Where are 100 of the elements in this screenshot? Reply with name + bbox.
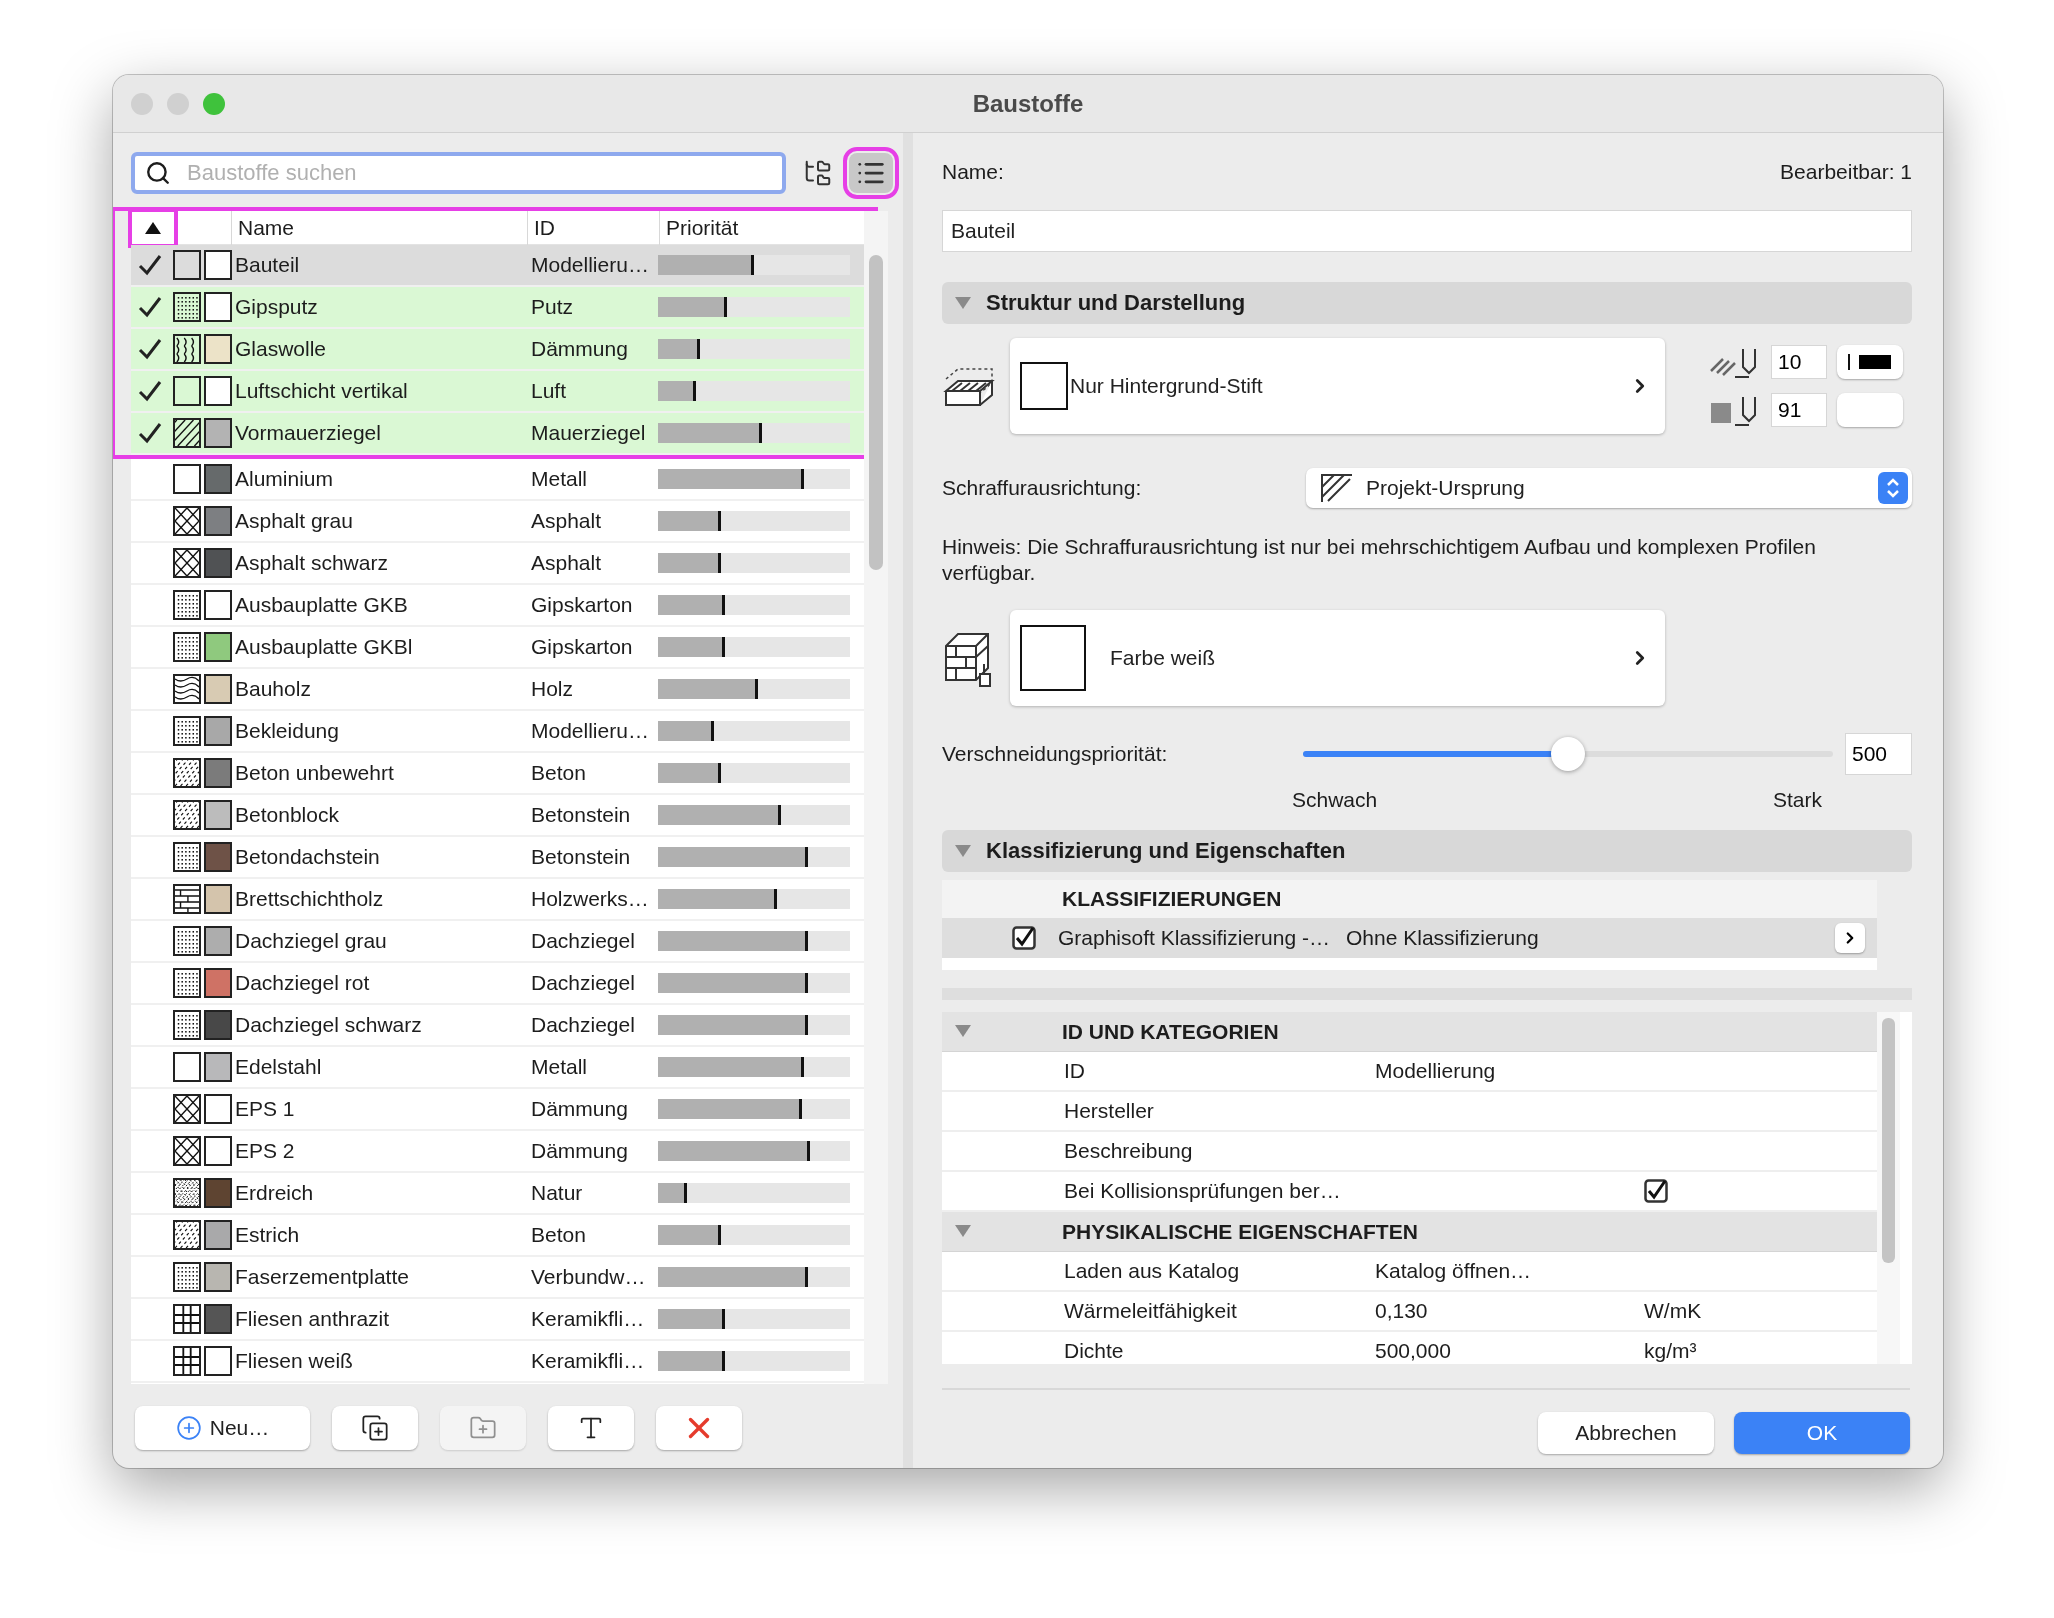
priority-label: Verschneidungspriorität: (942, 742, 1168, 766)
column-header[interactable]: ID (527, 210, 659, 245)
material-name: Bauteil (234, 253, 301, 277)
group-heading: KLASSIFIZIERUNGEN (1062, 887, 1282, 911)
material-name: Beton unbewehrt (234, 761, 395, 785)
material-name: Brettschichtholz (234, 887, 385, 911)
property-label: Wärmeleitfähigkeit (1064, 1299, 1238, 1323)
priority-value-field[interactable]: 500 (1845, 733, 1912, 775)
name-field[interactable]: Bauteil (942, 210, 1912, 252)
material-name: EPS 2 (234, 1139, 296, 1163)
disclosure-triangle-icon (954, 295, 972, 311)
surface-picker[interactable]: Farbe weiß (1010, 610, 1665, 706)
material-name: Luftschicht vertikal (234, 379, 409, 403)
material-name: Betonblock (234, 803, 340, 827)
property-value: 500,000 (1375, 1339, 1451, 1362)
classification-system: Graphisoft Klassifizierung -… (1057, 926, 1331, 950)
fill-pen-field[interactable]: 91 (1771, 393, 1827, 427)
hatch-origin-icon (1320, 473, 1354, 503)
sort-triangle-icon (144, 220, 162, 235)
property-group-header[interactable]: PHYSIKALISCHE EIGENSCHAFTEN (942, 1212, 1877, 1252)
disclosure-triangle-icon (954, 843, 972, 859)
material-row[interactable]: Gipsputz Putz (131, 287, 864, 329)
classification-row[interactable]: Graphisoft Klassifizierung -… Ohne Klassifizierung (942, 918, 1877, 958)
sort-button[interactable] (131, 210, 175, 245)
material-id: Dämmung (530, 337, 629, 361)
material-id: Dachziegel (530, 929, 636, 953)
duplicate-icon (361, 1414, 389, 1442)
plus-circle-icon (175, 1415, 202, 1441)
property-value: 0,130 (1375, 1299, 1428, 1322)
material-name: Bauholz (234, 677, 312, 701)
material-name: Fliesen weiß (234, 1349, 354, 1373)
classification-value: Ohne Klassifizierung (1346, 926, 1539, 950)
check-icon (138, 422, 162, 444)
material-id: Gipskarton (530, 635, 634, 659)
material-id: Beton (530, 1223, 587, 1247)
fill-pen-color-well[interactable] (1837, 393, 1903, 427)
material-id: Putz (530, 295, 575, 319)
checkbox[interactable] (1012, 926, 1036, 950)
material-id: Betonstein (530, 845, 632, 869)
search-field[interactable]: Baustoffe suchen (131, 152, 786, 194)
material-row[interactable]: Bauteil Modellieru… (131, 245, 864, 287)
column-header[interactable]: Priorität (659, 210, 859, 245)
material-row[interactable]: Vormauerziegel Mauerziegel (131, 413, 864, 455)
search-icon (145, 160, 171, 186)
material-id: Asphalt (530, 551, 603, 575)
priority-slider[interactable] (1303, 737, 1833, 771)
material-name: Bekleidung (234, 719, 340, 743)
material-name: Betondachstein (234, 845, 381, 869)
material-name: Ausbauplatte GKB (234, 593, 409, 617)
property-value[interactable]: Katalog öffnen… (1375, 1259, 1532, 1282)
material-name: Estrich (234, 1223, 301, 1247)
material-id: Asphalt (530, 509, 603, 533)
classification-open-button[interactable] (1835, 923, 1865, 953)
material-id: Luft (530, 379, 568, 403)
scrollbar[interactable] (864, 211, 888, 1384)
zoom-light-icon[interactable] (203, 92, 225, 115)
column-header[interactable]: Name (231, 210, 527, 245)
fill-picker[interactable]: Nur Hintergrund-Stift (1010, 338, 1665, 434)
editable-count: Bearbeitbar: 1 (1780, 160, 1912, 184)
cancel-button[interactable]: Abbrechen (1538, 1412, 1714, 1454)
check-icon (138, 254, 162, 276)
scale-max-label: Stark (1773, 788, 1822, 812)
material-name: Dachziegel grau (234, 929, 388, 953)
ok-button[interactable]: OK (1734, 1412, 1910, 1454)
orientation-select[interactable]: Projekt-Ursprung (1306, 468, 1912, 508)
material-id: Metall (530, 1055, 589, 1079)
material-row[interactable]: Glaswolle Dämmung (131, 329, 864, 371)
check-icon (138, 296, 162, 318)
section-header[interactable]: Struktur und Darstellung (942, 282, 1912, 324)
toolbar-button[interactable] (332, 1406, 418, 1450)
material-id: Natur (530, 1181, 584, 1205)
property-label: ID (1064, 1059, 1086, 1083)
material-row[interactable]: Luftschicht vertikal Luft (131, 371, 864, 413)
name-label: Name: (942, 160, 1004, 184)
property-label: Dichte (1064, 1339, 1125, 1363)
checkbox[interactable] (1644, 1179, 1668, 1203)
material-id: Betonstein (530, 803, 632, 827)
property-group-header[interactable]: ID UND KATEGORIEN (942, 1012, 1877, 1052)
material-name: Vormauerziegel (234, 421, 382, 445)
material-id: Verbundw… (530, 1265, 647, 1289)
hatch-pen-color-well[interactable] (1837, 345, 1903, 379)
surface-swatch (1020, 625, 1086, 691)
check-icon (138, 338, 162, 360)
new-button[interactable]: Neu… (135, 1406, 310, 1450)
scrollbar[interactable] (1877, 1012, 1900, 1364)
hatch-pen-field[interactable]: 10 (1771, 345, 1827, 379)
material-name: Edelstahl (234, 1055, 323, 1079)
check-icon (138, 380, 162, 402)
slider-thumb[interactable] (1551, 737, 1585, 771)
material-name: Fliesen anthrazit (234, 1307, 391, 1331)
material-name: Aluminium (234, 467, 335, 491)
disclosure-triangle-icon (954, 1022, 972, 1039)
property-label: Laden aus Katalog (1064, 1259, 1241, 1283)
property-value[interactable]: Modellierung (1375, 1059, 1496, 1082)
property-group-title: ID UND KATEGORIEN (1062, 1019, 1279, 1044)
section-header[interactable]: Klassifizierung und Eigenschaften (942, 830, 1912, 872)
window-title: Baustoffe (972, 89, 1084, 118)
material-id: Keramikfli… (530, 1307, 646, 1331)
disclosure-triangle-icon (954, 1222, 972, 1239)
material-name: Asphalt schwarz (234, 551, 389, 575)
